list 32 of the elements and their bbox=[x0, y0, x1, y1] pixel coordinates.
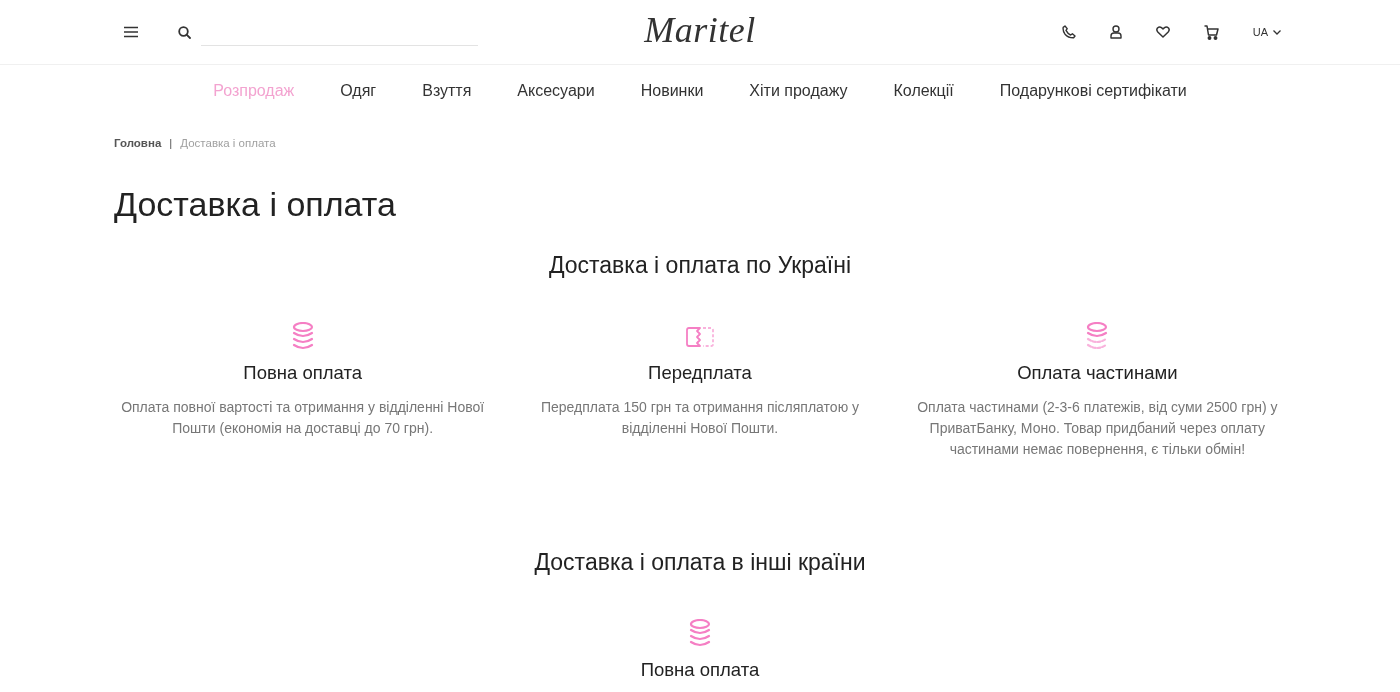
section-heading: Доставка і оплата в інші країни bbox=[533, 548, 867, 577]
nav-link[interactable]: Хіти продажу bbox=[749, 82, 848, 100]
page-title: Доставка і оплата bbox=[114, 184, 397, 225]
menu-icon[interactable] bbox=[124, 26, 138, 38]
nav-link[interactable]: Одяг bbox=[340, 82, 377, 100]
language-selector[interactable]: UA bbox=[1252, 26, 1281, 38]
coin-stack-icon bbox=[291, 322, 314, 351]
nav-link[interactable]: Новинки bbox=[640, 82, 704, 100]
logo[interactable]: Maritel bbox=[644, 10, 756, 54]
phone-icon[interactable] bbox=[1061, 25, 1076, 39]
breadcrumb-link[interactable]: Головна bbox=[114, 135, 162, 151]
option-description: Передплата 150 грн та отримання післяплатою у відділенні Нової Пошти. bbox=[539, 398, 861, 438]
split-card-icon bbox=[686, 326, 714, 347]
coin-stack-icon bbox=[1086, 322, 1109, 351]
nav-link[interactable]: Колекції bbox=[893, 82, 954, 100]
option-title: Повна оплата bbox=[640, 658, 760, 682]
option-description: Оплата повної вартості та отримання у відділенні Нової Пошти (економія на доставці до 70 грн). bbox=[120, 398, 486, 438]
nav-link[interactable]: Взуття bbox=[422, 82, 472, 100]
user-icon[interactable] bbox=[1109, 25, 1122, 39]
option-title: Повна оплата bbox=[243, 361, 362, 385]
chevron-down-icon bbox=[1273, 29, 1281, 35]
option-title: Передплата bbox=[648, 361, 752, 385]
search-icon[interactable] bbox=[178, 25, 191, 39]
nav-link[interactable]: Аксесуари bbox=[517, 82, 595, 100]
option-description: Оплата частинами (2-3-6 платежів, від суми 2500 грн) у ПриватБанку, Моно. Товар придбаний через оплату частинами немає повернення, є тільки обмін! bbox=[916, 398, 1279, 459]
nav-link[interactable]: Подарункові сертифікати bbox=[999, 82, 1187, 100]
breadcrumb-separator: | bbox=[169, 136, 173, 151]
section-heading: Доставка і оплата по Україні bbox=[547, 251, 853, 280]
option-title: Оплата частинами bbox=[1017, 361, 1178, 385]
cart-icon[interactable] bbox=[1203, 24, 1219, 40]
heart-icon[interactable] bbox=[1155, 26, 1170, 38]
coin-stack-icon bbox=[689, 619, 711, 648]
